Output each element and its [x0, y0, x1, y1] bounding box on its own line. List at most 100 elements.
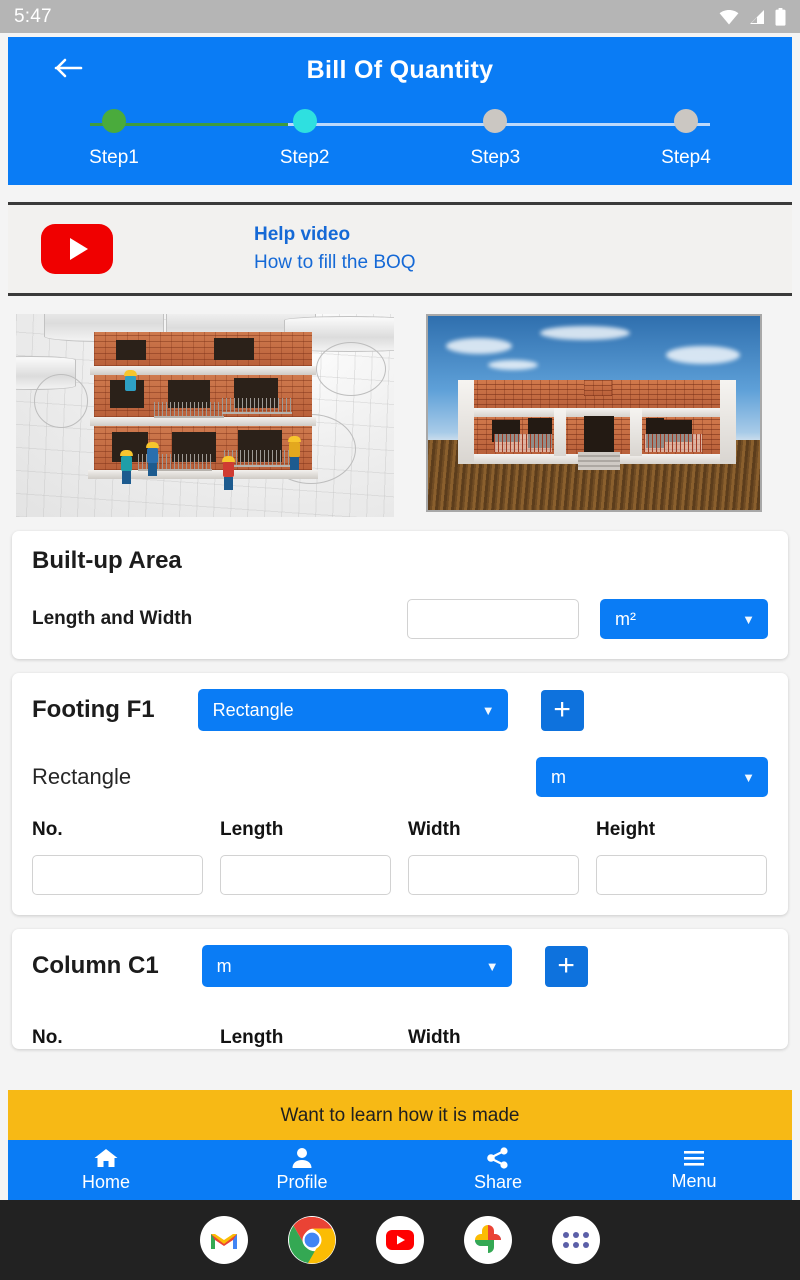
column-header-width: Width [408, 1027, 461, 1048]
built-up-area-input[interactable] [407, 599, 579, 639]
footing-header-width: Width [408, 819, 461, 840]
worker-figure [146, 442, 159, 476]
nav-item-profile[interactable]: Profile [204, 1147, 400, 1193]
footing-shape-label: Rectangle [32, 764, 132, 789]
home-icon [94, 1149, 118, 1167]
chevron-down-icon: ▼ [742, 769, 755, 785]
nav-label-menu: Menu [671, 1171, 717, 1191]
page-title: Bill Of Quantity [306, 55, 494, 84]
app-drawer-dots [563, 1232, 589, 1248]
step-label-3: Step3 [470, 147, 521, 168]
step-label-4: Step4 [661, 147, 711, 168]
step-item-3[interactable]: Step3 [455, 109, 535, 169]
status-bar-icons [719, 7, 786, 26]
arrow-left-icon [54, 58, 83, 78]
cellular-signal-icon [750, 9, 764, 24]
status-bar-clock: 5:47 [14, 5, 52, 27]
help-video-title: Help video [254, 224, 351, 245]
building-construction-blueprint-image [16, 314, 394, 517]
chevron-down-icon: ▼ [742, 611, 755, 627]
footing-no-input[interactable] [32, 855, 203, 895]
chevron-down-icon: ▼ [485, 958, 499, 974]
phone-screen: 5:47 Bill Of Quantity Step1 Step2 Step3 … [0, 0, 800, 1280]
app-header-top: Bill Of Quantity [8, 37, 792, 93]
worker-figure [222, 456, 235, 490]
worker-figure [288, 436, 301, 470]
help-video-banner[interactable]: Help video How to fill the BOQ [8, 202, 792, 296]
step-indicator: Step1 Step2 Step3 Step4 [74, 109, 726, 179]
column-add-button[interactable]: + [544, 945, 588, 987]
step-dot-3 [483, 109, 508, 133]
footing-add-button[interactable]: + [540, 689, 584, 731]
wifi-icon [719, 9, 739, 24]
android-dock [0, 1200, 800, 1280]
step-dot-2 [292, 109, 317, 133]
nav-item-home[interactable]: Home [8, 1147, 204, 1193]
bottom-navigation-bar: Home Profile Share Menu [8, 1140, 792, 1200]
step-label-1: Step1 [89, 147, 139, 168]
built-up-area-unit-value: m² [615, 608, 636, 629]
nav-item-share[interactable]: Share [400, 1147, 596, 1193]
learn-how-banner[interactable]: Want to learn how it is made [8, 1090, 792, 1141]
step-dot-4 [673, 109, 698, 133]
footing-title: Footing F1 [32, 696, 155, 723]
footing-length-input[interactable] [220, 855, 391, 895]
youtube-play-icon [41, 224, 113, 274]
app-drawer-icon[interactable] [552, 1216, 600, 1264]
footing-height-input[interactable] [596, 855, 767, 895]
footing-add-label: + [553, 693, 571, 726]
step-item-4[interactable]: Step4 [646, 109, 726, 169]
column-title: Column C1 [32, 952, 159, 979]
gmail-icon[interactable] [200, 1216, 248, 1264]
youtube-icon[interactable] [376, 1216, 424, 1264]
footing-shape-value: Rectangle [212, 699, 294, 720]
column-add-label: + [557, 949, 575, 982]
share-icon [487, 1147, 508, 1169]
footing-unit-dropdown[interactable]: m ▼ [536, 757, 768, 797]
column-c1-card: Column C1 m ▼ + No. Length Width [12, 929, 788, 1049]
help-video-subtitle: How to fill the BOQ [254, 252, 416, 273]
column-header-length: Length [220, 1027, 284, 1048]
help-video-texts: Help video How to fill the BOQ [254, 224, 416, 274]
house-render-image [426, 314, 762, 512]
column-header-no: No. [32, 1027, 63, 1048]
illustration-row [0, 314, 800, 517]
footing-header-no: No. [32, 819, 63, 840]
column-unit-value: m [216, 955, 232, 976]
status-bar: 5:47 [0, 0, 800, 33]
built-up-area-title: Built-up Area [32, 547, 182, 574]
step-item-1[interactable]: Step1 [74, 109, 154, 169]
worker-figure [124, 370, 137, 391]
column-unit-dropdown[interactable]: m ▼ [201, 945, 512, 987]
nav-label-home: Home [81, 1172, 130, 1192]
footing-shape-dropdown[interactable]: Rectangle ▼ [197, 689, 508, 731]
length-and-width-row: Length and Width m² ▼ [32, 599, 768, 639]
footing-header-height: Height [596, 819, 656, 840]
footing-width-input[interactable] [408, 855, 579, 895]
step-item-2[interactable]: Step2 [265, 109, 345, 169]
nav-label-profile: Profile [276, 1172, 328, 1192]
built-up-area-card: Built-up Area Length and Width m² ▼ [12, 531, 788, 659]
back-button[interactable] [52, 53, 86, 83]
hamburger-menu-icon [684, 1151, 704, 1166]
chevron-down-icon: ▼ [481, 702, 495, 718]
step-dot-1 [102, 109, 126, 133]
google-photos-icon[interactable] [464, 1216, 512, 1264]
app-header: Bill Of Quantity Step1 Step2 Step3 Step4 [8, 37, 792, 185]
length-and-width-label: Length and Width [32, 608, 193, 629]
chrome-icon[interactable] [288, 1216, 336, 1264]
nav-item-menu[interactable]: Menu [596, 1148, 792, 1192]
footing-column-headers: No. Length Width Height [32, 819, 768, 841]
footing-unit-value: m [551, 766, 566, 787]
footing-header-length: Length [220, 819, 284, 840]
learn-how-banner-text: Want to learn how it is made [280, 1104, 520, 1126]
nav-label-share: Share [473, 1172, 523, 1192]
column-column-headers: No. Length Width [32, 1027, 768, 1049]
footing-shape-row: Rectangle m ▼ [32, 757, 768, 797]
play-triangle-icon [70, 238, 88, 260]
footing-header-row: Footing F1 Rectangle ▼ + [32, 689, 768, 731]
built-up-area-unit-dropdown[interactable]: m² ▼ [600, 599, 768, 639]
person-icon [292, 1148, 312, 1168]
footing-input-row [32, 855, 768, 895]
column-header-row: Column C1 m ▼ + [32, 945, 768, 987]
